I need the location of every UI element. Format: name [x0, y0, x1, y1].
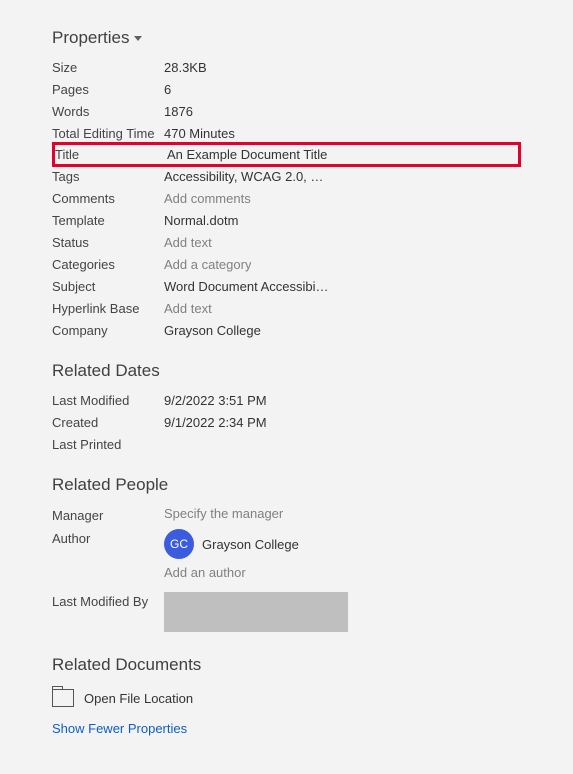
property-value: 28.3KB — [164, 60, 207, 75]
property-label: Company — [52, 323, 164, 338]
property-row: SubjectWord Document Accessibi… — [52, 275, 521, 297]
property-label: Categories — [52, 257, 164, 272]
property-row: CategoriesAdd a category — [52, 253, 521, 275]
properties-header-text: Properties — [52, 28, 129, 48]
related-people-header: Related People — [52, 475, 168, 495]
property-label: Last Modified — [52, 393, 164, 408]
property-label: Size — [52, 60, 164, 75]
manager-placeholder[interactable]: Specify the manager — [164, 506, 283, 521]
property-label: Hyperlink Base — [52, 301, 164, 316]
property-row: TagsAccessibility, WCAG 2.0, … — [52, 165, 521, 187]
property-row: CommentsAdd comments — [52, 187, 521, 209]
property-label: Total Editing Time — [52, 126, 164, 141]
last-modified-by-redacted — [164, 592, 348, 632]
property-value[interactable]: Grayson College — [164, 323, 261, 338]
property-label: Title — [55, 147, 167, 162]
property-row: Hyperlink BaseAdd text — [52, 297, 521, 319]
property-value[interactable]: Accessibility, WCAG 2.0, … — [164, 169, 323, 184]
open-file-location-label: Open File Location — [84, 691, 193, 706]
property-row: Created9/1/2022 2:34 PM — [52, 411, 521, 433]
property-value[interactable]: Word Document Accessibi… — [164, 279, 329, 294]
property-label: Template — [52, 213, 164, 228]
author-label: Author — [52, 529, 164, 580]
folder-icon — [52, 689, 74, 707]
manager-label: Manager — [52, 506, 164, 523]
property-label: Status — [52, 235, 164, 250]
property-label: Tags — [52, 169, 164, 184]
show-fewer-properties-link[interactable]: Show Fewer Properties — [52, 721, 187, 736]
property-row: Total Editing Time470 Minutes — [52, 122, 521, 144]
property-value: 1876 — [164, 104, 193, 119]
property-row: Last Printed — [52, 433, 521, 455]
avatar: GC — [164, 529, 194, 559]
property-value: Normal.dotm — [164, 213, 238, 228]
property-value[interactable]: Add comments — [164, 191, 251, 206]
property-value[interactable]: Add a category — [164, 257, 251, 272]
property-row: Size28.3KB — [52, 56, 521, 78]
property-value: 9/2/2022 3:51 PM — [164, 393, 267, 408]
add-author-placeholder[interactable]: Add an author — [164, 565, 299, 580]
properties-header[interactable]: Properties — [52, 28, 142, 48]
property-value[interactable]: Add text — [164, 235, 212, 250]
chevron-down-icon — [134, 36, 142, 41]
property-value[interactable]: Add text — [164, 301, 212, 316]
property-value[interactable]: An Example Document Title — [167, 147, 327, 162]
related-documents-header: Related Documents — [52, 655, 201, 675]
property-row: StatusAdd text — [52, 231, 521, 253]
property-value: 9/1/2022 2:34 PM — [164, 415, 267, 430]
property-row: Words1876 — [52, 100, 521, 122]
author-entry[interactable]: GC Grayson College — [164, 529, 299, 559]
property-value: 470 Minutes — [164, 126, 235, 141]
related-dates-header: Related Dates — [52, 361, 160, 381]
property-label: Comments — [52, 191, 164, 206]
property-label: Last Printed — [52, 437, 164, 452]
open-file-location-button[interactable]: Open File Location — [52, 689, 521, 707]
property-row: CompanyGrayson College — [52, 319, 521, 341]
property-value: 6 — [164, 82, 171, 97]
last-modified-by-label: Last Modified By — [52, 592, 164, 632]
property-row: TemplateNormal.dotm — [52, 209, 521, 231]
property-label: Created — [52, 415, 164, 430]
property-row: TitleAn Example Document Title — [52, 142, 521, 167]
property-row: Last Modified9/2/2022 3:51 PM — [52, 389, 521, 411]
author-name: Grayson College — [202, 537, 299, 552]
property-row: Pages6 — [52, 78, 521, 100]
property-label: Pages — [52, 82, 164, 97]
property-label: Subject — [52, 279, 164, 294]
property-label: Words — [52, 104, 164, 119]
